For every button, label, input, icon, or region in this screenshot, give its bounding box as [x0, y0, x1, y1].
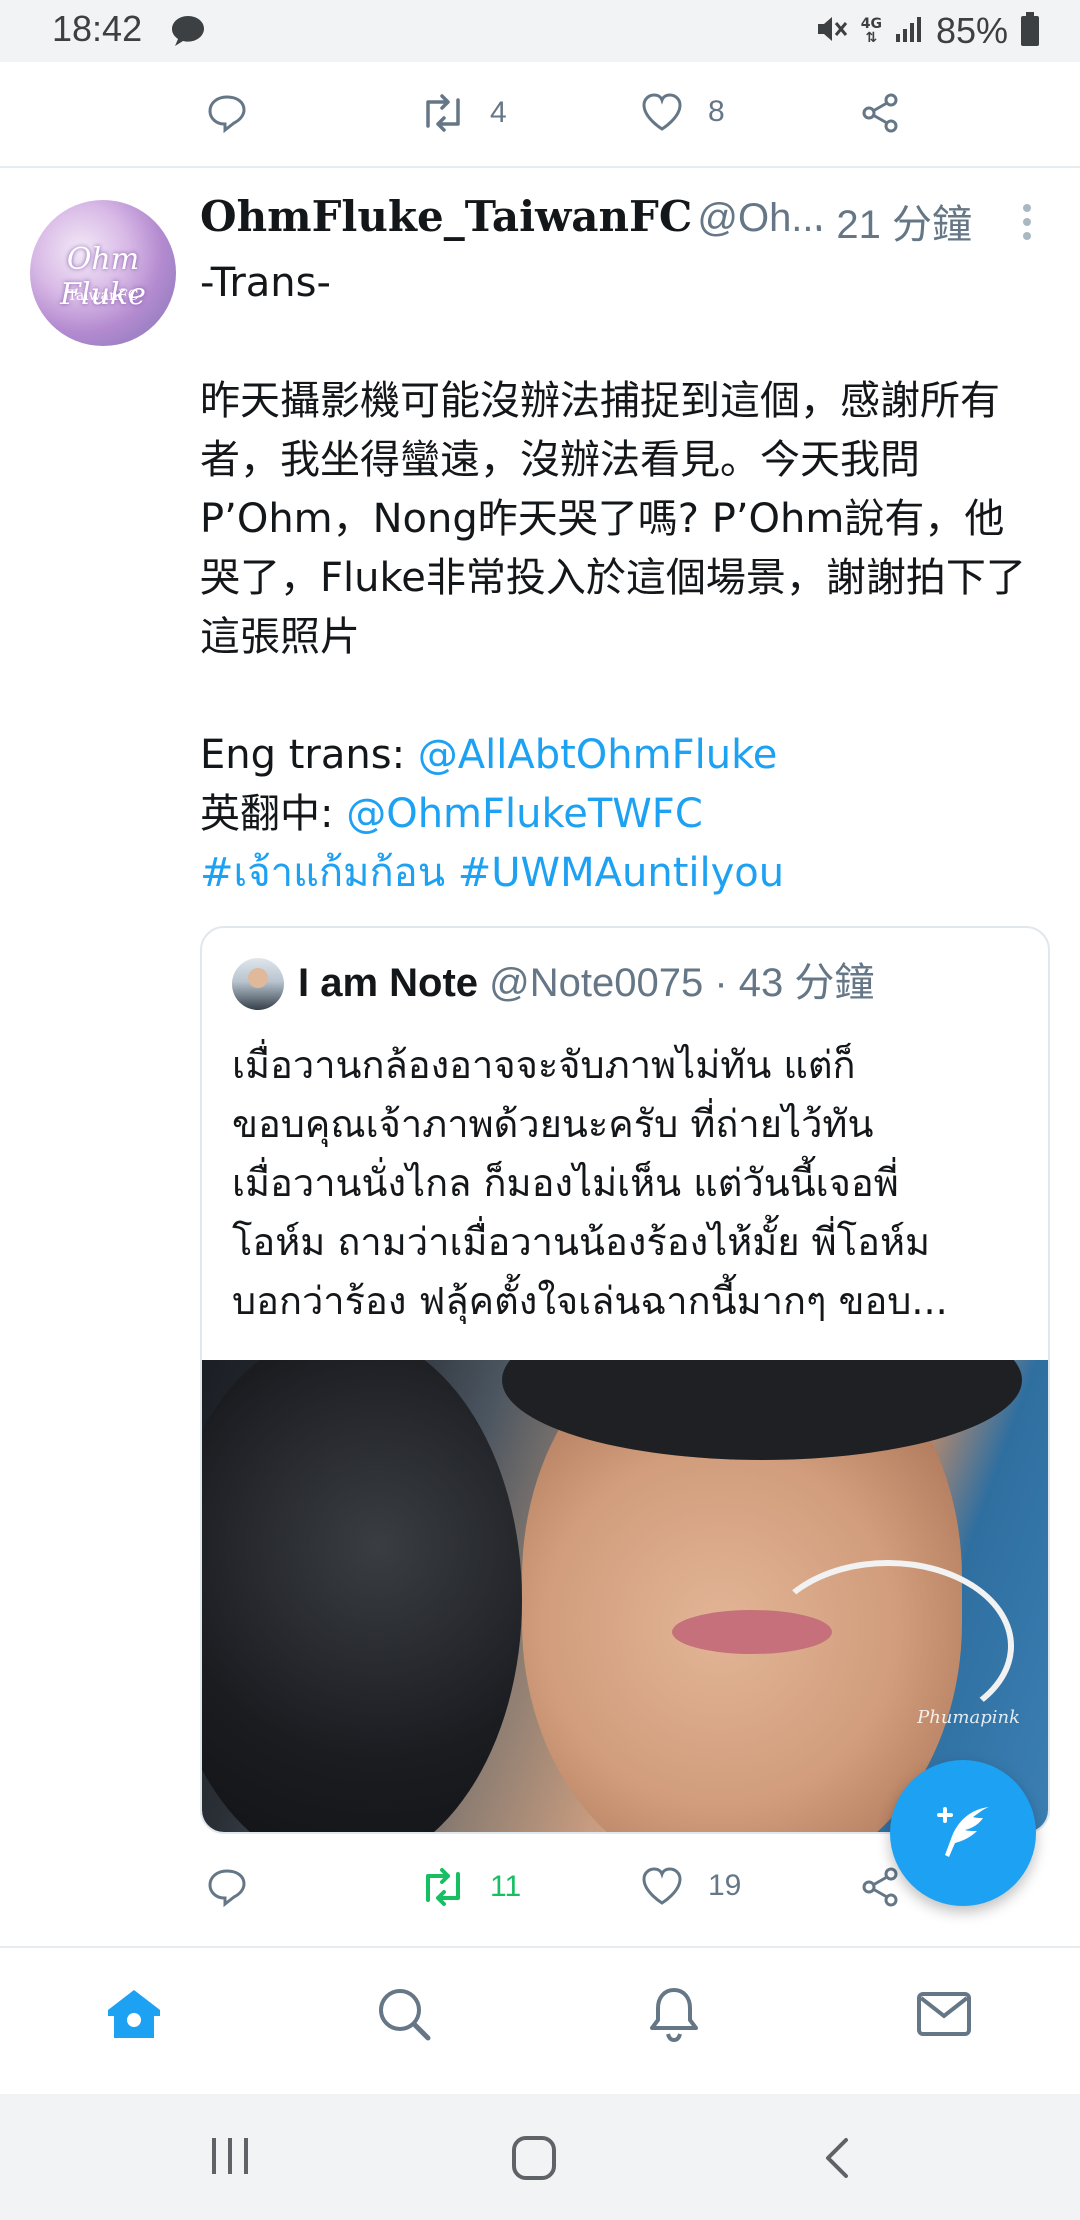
retweet-button[interactable]: 4: [420, 92, 507, 134]
tweet-body: -Trans- 昨天攝影機可能沒辦法捕捉到這個，感謝所有者，我坐得蠻遠，沒辦法看…: [200, 254, 1050, 903]
bottom-navigation: [0, 1946, 1080, 2096]
like-button[interactable]: 8: [640, 92, 725, 132]
hashtag-link[interactable]: #UWMAuntilyou: [458, 850, 784, 896]
reply-button[interactable]: [206, 1866, 272, 1908]
compose-tweet-button[interactable]: [890, 1760, 1036, 1906]
share-icon: [862, 93, 898, 133]
eng-trans-line: Eng trans: @AllAbtOhmFluke: [200, 726, 1050, 785]
share-icon: [862, 1867, 898, 1907]
retweet-count: 4: [490, 96, 507, 129]
more-options-icon[interactable]: [1016, 200, 1038, 248]
quoted-body-line: เมื่อวานกล้องอาจจะจับภาพไม่ทัน แต่ก็: [232, 1043, 856, 1087]
heart-icon: [642, 93, 682, 131]
retweet-button[interactable]: 11: [420, 1866, 521, 1908]
battery-percent: 85%: [935, 10, 1008, 51]
tweet-body-line: -Trans-: [200, 260, 331, 306]
tweet-display-name[interactable]: OhmFluke_TaiwanFC: [200, 192, 692, 241]
share-button[interactable]: [860, 92, 902, 134]
like-button[interactable]: 19: [640, 1866, 741, 1906]
status-time: 18:42: [52, 8, 143, 49]
avatar[interactable]: Ohm Fluke TaiwanFC: [30, 200, 176, 346]
previous-tweet-actions: 4 8: [0, 62, 1080, 162]
divider: [0, 166, 1080, 168]
quoted-body-line: เมื่อวานนั่งไกล ก็มองไม่เห็น แต่วันนี้เจ…: [232, 1161, 899, 1205]
quoted-photo[interactable]: Phumapink: [202, 1360, 1048, 1832]
compose-feather-icon: [937, 1807, 989, 1857]
tweet-translation-paragraph: 昨天攝影機可能沒辦法捕捉到這個，感謝所有者，我坐得蠻遠，沒辦法看見。今天我問P’…: [200, 378, 1026, 660]
quoted-header: I am Note @Note0075 · 43 分鐘: [298, 950, 874, 1008]
mute-icon: [815, 12, 849, 50]
recent-apps-icon[interactable]: [208, 2134, 256, 2182]
reply-icon: [208, 1869, 246, 1908]
zh-trans-label: 英翻中:: [200, 791, 347, 837]
hashtag-link[interactable]: #เจ้าแก้มก้อน: [200, 850, 445, 896]
like-count: 8: [708, 95, 725, 128]
home-icon[interactable]: [104, 1984, 164, 2048]
eng-trans-label: Eng trans:: [200, 732, 418, 778]
zh-trans-line: 英翻中: @OhmFlukeTWFC: [200, 785, 1050, 844]
quoted-body: เมื่อวานกล้องอาจจะจับภาพไม่ทัน แต่ก็ ขอบ…: [232, 1036, 1022, 1331]
hashtags-line: #เจ้าแก้มก้อน #UWMAuntilyou: [200, 844, 1050, 903]
messages-icon[interactable]: [914, 1984, 974, 2048]
quoted-body-line: โอห์ม ถามว่าเมื่อวานน้องร้องไห้มั้ย พี่โ…: [232, 1220, 931, 1264]
heart-icon: [642, 1867, 682, 1905]
quoted-tweet-card[interactable]: I am Note @Note0075 · 43 分鐘 เมื่อวานกล้อ…: [200, 926, 1050, 1834]
reply-icon: [208, 95, 246, 134]
like-count: 19: [708, 1869, 742, 1902]
photo-watermark: Phumapink: [917, 1707, 1020, 1728]
network-type: 4G ⇅: [860, 16, 882, 46]
status-bar: 18:42 4G ⇅ 85%: [0, 0, 1080, 62]
retweet-count: 11: [490, 1870, 522, 1903]
search-icon[interactable]: [374, 1984, 434, 2048]
signal-icon: [894, 14, 924, 48]
battery-icon: [1020, 11, 1040, 51]
back-icon[interactable]: [818, 2134, 858, 2186]
quoted-handle-time: @Note0075 · 43 分鐘: [478, 961, 875, 1005]
quoted-body-line: บอกว่าร้อง ฟลุ้คตั้งใจเล่นฉากนี้มากๆ ขอบ…: [232, 1279, 948, 1323]
quoted-display-name: I am Note: [298, 961, 479, 1005]
home-button-icon[interactable]: [510, 2134, 558, 2186]
quoted-avatar: [232, 958, 284, 1010]
retweet-icon: [426, 94, 460, 132]
tweet-time: · 21 分鐘: [812, 203, 973, 247]
eng-trans-mention[interactable]: @AllAbtOhmFluke: [418, 732, 778, 778]
tweet-handle[interactable]: @Oh...: [697, 196, 824, 240]
chat-bubble-icon: [170, 14, 206, 52]
avatar-logo-subtext: TaiwanFC: [67, 288, 139, 304]
quoted-body-line: ขอบคุณเจ้าภาพด้วยนะครับ ที่ถ่ายไว้ทัน: [232, 1102, 874, 1146]
system-navigation-bar: [0, 2094, 1080, 2220]
share-button[interactable]: [860, 1866, 902, 1908]
reply-button[interactable]: [206, 92, 272, 134]
zh-trans-mention[interactable]: @OhmFlukeTWFC: [346, 791, 703, 837]
retweet-icon: [426, 1868, 460, 1906]
notifications-icon[interactable]: [644, 1984, 704, 2048]
